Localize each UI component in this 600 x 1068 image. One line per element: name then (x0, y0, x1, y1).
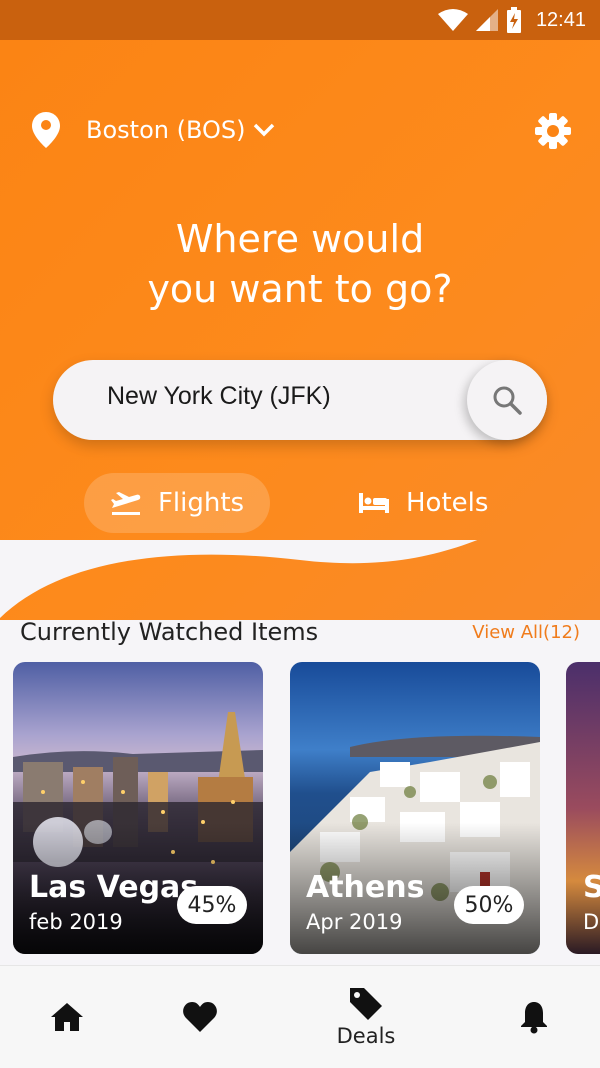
discount-badge: 45% (177, 886, 247, 924)
search-icon (493, 386, 522, 415)
tab-hotels-label: Hotels (406, 488, 489, 518)
flight-takeoff-icon (110, 490, 142, 516)
bottom-navigation: Deals (0, 965, 600, 1068)
watched-card-partial[interactable]: S D (566, 662, 600, 954)
nav-notifications[interactable] (516, 966, 552, 1068)
nav-home[interactable] (46, 966, 88, 1068)
headline-line-1: Where would (175, 217, 425, 261)
discount-badge: 50% (454, 886, 524, 924)
heart-icon (183, 1002, 217, 1032)
view-all-link[interactable]: View All(12) (472, 622, 580, 643)
hero-wave (0, 540, 600, 618)
card-date: Apr 2019 (306, 910, 403, 934)
card-date: feb 2019 (29, 910, 123, 934)
location-label: Boston (BOS) (86, 116, 246, 144)
search-input[interactable]: New York City (JFK) (107, 382, 331, 411)
card-date: D (583, 910, 600, 934)
watched-items-title: Currently Watched Items (20, 618, 319, 646)
nav-deals[interactable]: Deals (326, 966, 406, 1068)
tab-flights-label: Flights (157, 488, 245, 518)
wifi-icon (437, 9, 468, 31)
nav-deals-label: Deals (336, 1024, 396, 1048)
card-destination-name: Athens (306, 870, 425, 905)
location-selector[interactable]: Boston (BOS) (32, 112, 275, 148)
tab-hotels[interactable]: Hotels (358, 473, 488, 533)
gear-icon (535, 113, 571, 149)
headline: Where would you want to go? (0, 214, 600, 314)
watched-card-athens[interactable]: Athens Apr 2019 50% (290, 662, 540, 954)
bell-icon (521, 1002, 547, 1034)
nav-favorites[interactable] (180, 966, 220, 1068)
settings-button[interactable] (534, 112, 572, 154)
tab-flights[interactable]: Flights (84, 473, 270, 533)
home-icon (51, 1003, 83, 1031)
status-time: 12:41 (535, 8, 586, 31)
hotel-bed-icon (358, 491, 390, 515)
battery-icon (506, 7, 521, 33)
signal-icon (475, 9, 498, 31)
tag-icon (350, 988, 382, 1020)
card-destination-name: S (583, 870, 600, 905)
card-destination-name: Las Vegas (29, 870, 199, 905)
search-button[interactable] (467, 360, 547, 440)
location-pin-icon (32, 112, 60, 148)
headline-line-2: you want to go? (147, 267, 453, 311)
search-bar[interactable]: New York City (JFK) (53, 360, 547, 440)
watched-card-las-vegas[interactable]: Las Vegas feb 2019 45% (13, 662, 263, 954)
status-bar: 12:41 (0, 0, 600, 40)
chevron-down-icon (254, 123, 275, 137)
